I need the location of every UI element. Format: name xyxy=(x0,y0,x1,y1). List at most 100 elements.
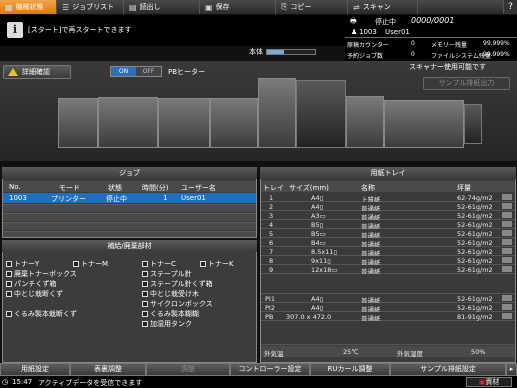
tray-id: PB xyxy=(265,313,274,321)
tray-id: 3 xyxy=(269,212,274,220)
tab-job-list[interactable]: ☰ ジョブリスト xyxy=(57,0,124,14)
paper-level-icon xyxy=(502,221,512,227)
checkbox-icon xyxy=(6,291,12,297)
machine-unit[interactable] xyxy=(58,98,98,148)
column-header: 状態 xyxy=(108,184,122,192)
tray-row[interactable]: 1 A4▯ 上質紙 62-74g/m2 xyxy=(261,193,515,204)
tray-row[interactable]: 4 B5▯ 普通紙 52-61g/m2 xyxy=(261,220,515,231)
pb-heater-toggle[interactable]: ON OFF xyxy=(110,66,162,77)
printer-icon: 🖶 xyxy=(350,17,357,25)
checkbox-icon xyxy=(6,281,12,287)
job-time: 1 xyxy=(163,194,168,202)
column-header: サイズ(mm) xyxy=(289,184,329,192)
tray-row[interactable]: 6 B4▭ 普通紙 52-61g/m2 xyxy=(261,238,515,249)
scanner-status: スキャナー使用可能です xyxy=(409,63,486,71)
column-header: ユーザー名 xyxy=(181,184,216,192)
reserved-value: 0 xyxy=(411,51,415,58)
tab-copy[interactable]: ⎘ コピー xyxy=(276,0,348,14)
table-row[interactable] xyxy=(3,204,256,212)
checkbox-icon xyxy=(142,321,148,327)
machine-unit[interactable] xyxy=(210,98,258,148)
machine-main-unit[interactable] xyxy=(258,78,296,148)
controller-setting-button[interactable]: コントローラー設定 xyxy=(230,363,310,376)
checkbox-icon xyxy=(142,301,148,307)
supply-item: サイクロンボックス xyxy=(142,299,213,309)
tab-machine-status[interactable]: ▦ 機械状態 xyxy=(0,0,57,14)
adjust-button[interactable]: 調整 xyxy=(146,363,230,376)
info-icon: i xyxy=(7,22,23,38)
ru-curl-adjust-button[interactable]: RUカール調整 xyxy=(310,363,390,376)
front-back-adjust-button[interactable]: 表裏調整 xyxy=(70,363,146,376)
machine-unit[interactable] xyxy=(296,80,346,148)
job-user: User01 xyxy=(181,194,206,202)
bottom-button-bar: 用紙設定 表裏調整 調整 コントローラー設定 RUカール調整 サンプル排紙設定 … xyxy=(0,363,517,376)
paper-setting-button[interactable]: 用紙設定 xyxy=(0,363,70,376)
toggle-on[interactable]: ON xyxy=(111,67,136,76)
tray-row[interactable]: 5 B5▭ 普通紙 52-61g/m2 xyxy=(261,229,515,240)
table-row[interactable] xyxy=(3,213,256,221)
help-button[interactable]: ? xyxy=(503,0,517,14)
tray-size: 9x11▯ xyxy=(311,257,331,265)
main-body-progress xyxy=(266,49,316,55)
column-header: モード xyxy=(59,184,80,192)
tray-row[interactable]: 7 8.5x11▯ 普通紙 52-61g/m2 xyxy=(261,247,515,258)
tab-save[interactable]: ▣ 保存 xyxy=(200,0,276,14)
tray-row[interactable]: PI2 A4▯ 普通紙 52-61g/m2 xyxy=(261,303,515,314)
tray-size: A3▭ xyxy=(311,212,326,220)
tray-size: 307.0 x 472.0 xyxy=(286,313,332,321)
supply-item: トナーY xyxy=(6,259,39,269)
machine-unit[interactable] xyxy=(464,104,482,144)
machine-unit[interactable] xyxy=(346,96,384,148)
supply-item: 加湿用タンク xyxy=(142,319,192,329)
tray-row[interactable]: 3 A3▭ 普通紙 52-61g/m2 xyxy=(261,211,515,222)
checkbox-icon xyxy=(142,291,148,297)
tray-weight: 62-74g/m2 xyxy=(457,194,493,202)
tray-id: PI1 xyxy=(265,295,275,303)
next-arrow-icon[interactable]: ▸ xyxy=(506,363,517,376)
paper-level-icon xyxy=(502,239,512,245)
toggle-off[interactable]: OFF xyxy=(136,67,161,76)
machine-unit[interactable] xyxy=(98,97,158,148)
tray-row[interactable]: PI1 A4▯ 普通紙 52-61g/m2 xyxy=(261,294,515,305)
table-row[interactable] xyxy=(3,231,256,237)
supply-panel-title: 補給/廃棄部材 xyxy=(2,240,257,252)
table-row[interactable] xyxy=(3,222,256,230)
outside-humid-label: 外気湿度 xyxy=(397,350,423,358)
supply-item: ステープル針くず箱 xyxy=(142,279,213,289)
outside-humid-value: 50% xyxy=(471,348,486,356)
folder-icon: ▤ xyxy=(129,2,137,12)
tray-id: 5 xyxy=(269,230,274,238)
tray-row[interactable]: PB 307.0 x 472.0 普通紙 81-91g/m2 xyxy=(261,312,515,323)
machine-unit[interactable] xyxy=(384,100,464,148)
tray-id: 9 xyxy=(269,266,274,274)
sample-output-setting-button[interactable]: サンプル排紙設定 xyxy=(390,363,506,376)
tab-scan[interactable]: ⇌ スキャン xyxy=(348,0,418,14)
warning-icon xyxy=(8,68,18,76)
paper-level-icon xyxy=(502,304,512,310)
detail-check-button[interactable]: 詳細確認 xyxy=(3,65,71,79)
tray-row-empty xyxy=(261,321,515,345)
tray-id: 1 xyxy=(269,194,274,202)
tab-recall[interactable]: ▤ 読出し xyxy=(124,0,200,14)
list-icon: ☰ xyxy=(62,2,70,12)
paper-level-icon xyxy=(502,266,512,272)
paper-level-icon xyxy=(502,230,512,236)
print-counter-label: 原稿カウンター xyxy=(347,42,390,49)
tray-row[interactable]: 9 12x18▭ 普通紙 52-61g/m2 xyxy=(261,265,515,276)
table-row[interactable]: 1003 プリンター 停止中 1 User01 xyxy=(3,193,256,203)
job-panel-title: ジョブ xyxy=(2,167,257,179)
tray-row[interactable]: 8 9x11▯ 普通紙 52-61g/m2 xyxy=(261,256,515,267)
tray-weight: 52-61g/m2 xyxy=(457,266,493,274)
paper-level-icon xyxy=(502,257,512,263)
machine-unit[interactable] xyxy=(158,98,210,148)
tray-row-empty xyxy=(261,274,515,294)
tray-row[interactable]: 2 A4▯ 普通紙 52-61g/m2 xyxy=(261,202,515,213)
tray-id: 6 xyxy=(269,239,274,247)
environment-row: 外気温 25℃ 外気湿度 50% xyxy=(261,346,515,358)
job-mode: プリンター xyxy=(51,195,86,203)
supply-status-button[interactable]: ▣資材 xyxy=(466,377,512,387)
tray-size: 12x18▭ xyxy=(311,266,338,274)
tray-size: A4▯ xyxy=(311,295,324,303)
tray-id: 2 xyxy=(269,203,274,211)
file-value: 99.999% xyxy=(483,51,510,58)
